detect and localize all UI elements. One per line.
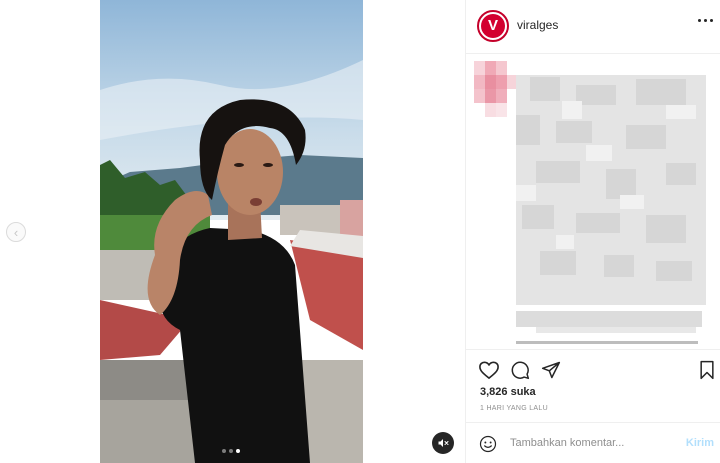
carousel-dot-active: [236, 449, 240, 453]
more-options-button[interactable]: [698, 19, 713, 22]
avatar-logo: V: [481, 14, 505, 38]
post-comment-button[interactable]: Kirim: [686, 437, 714, 449]
chevron-left-icon: ‹: [13, 224, 19, 240]
video-frame: [100, 0, 363, 463]
comment-icon[interactable]: [510, 360, 530, 380]
comment-input[interactable]: [510, 435, 670, 451]
blurred-caption-text: [516, 65, 706, 347]
carousel-indicator: [222, 449, 240, 453]
heart-icon[interactable]: [478, 360, 500, 380]
avatar[interactable]: V: [477, 10, 509, 42]
blurred-avatar: [474, 61, 518, 117]
post-video[interactable]: [100, 0, 363, 463]
likes-count[interactable]: 3,826 suka: [480, 386, 536, 398]
post-header: V viralges: [466, 0, 720, 54]
username-link[interactable]: viralges: [517, 18, 558, 32]
emoji-icon[interactable]: [479, 435, 497, 453]
post-panel: V viralges 3,826 suka 1 HARI YANG LALU T…: [465, 0, 720, 463]
caption-area: [466, 55, 720, 350]
action-bar: [466, 352, 720, 386]
media-viewer: ‹: [0, 0, 465, 463]
comment-bar: Kirim: [466, 422, 720, 463]
carousel-prev-button[interactable]: ‹: [6, 222, 26, 242]
mute-icon: [438, 439, 449, 447]
mute-button[interactable]: [432, 432, 454, 454]
paper-plane-icon[interactable]: [541, 360, 561, 380]
bookmark-icon[interactable]: [698, 360, 716, 380]
carousel-dot: [222, 449, 226, 453]
post-timestamp[interactable]: 1 HARI YANG LALU: [480, 405, 548, 412]
more-icon: [698, 19, 701, 22]
carousel-dot: [229, 449, 233, 453]
